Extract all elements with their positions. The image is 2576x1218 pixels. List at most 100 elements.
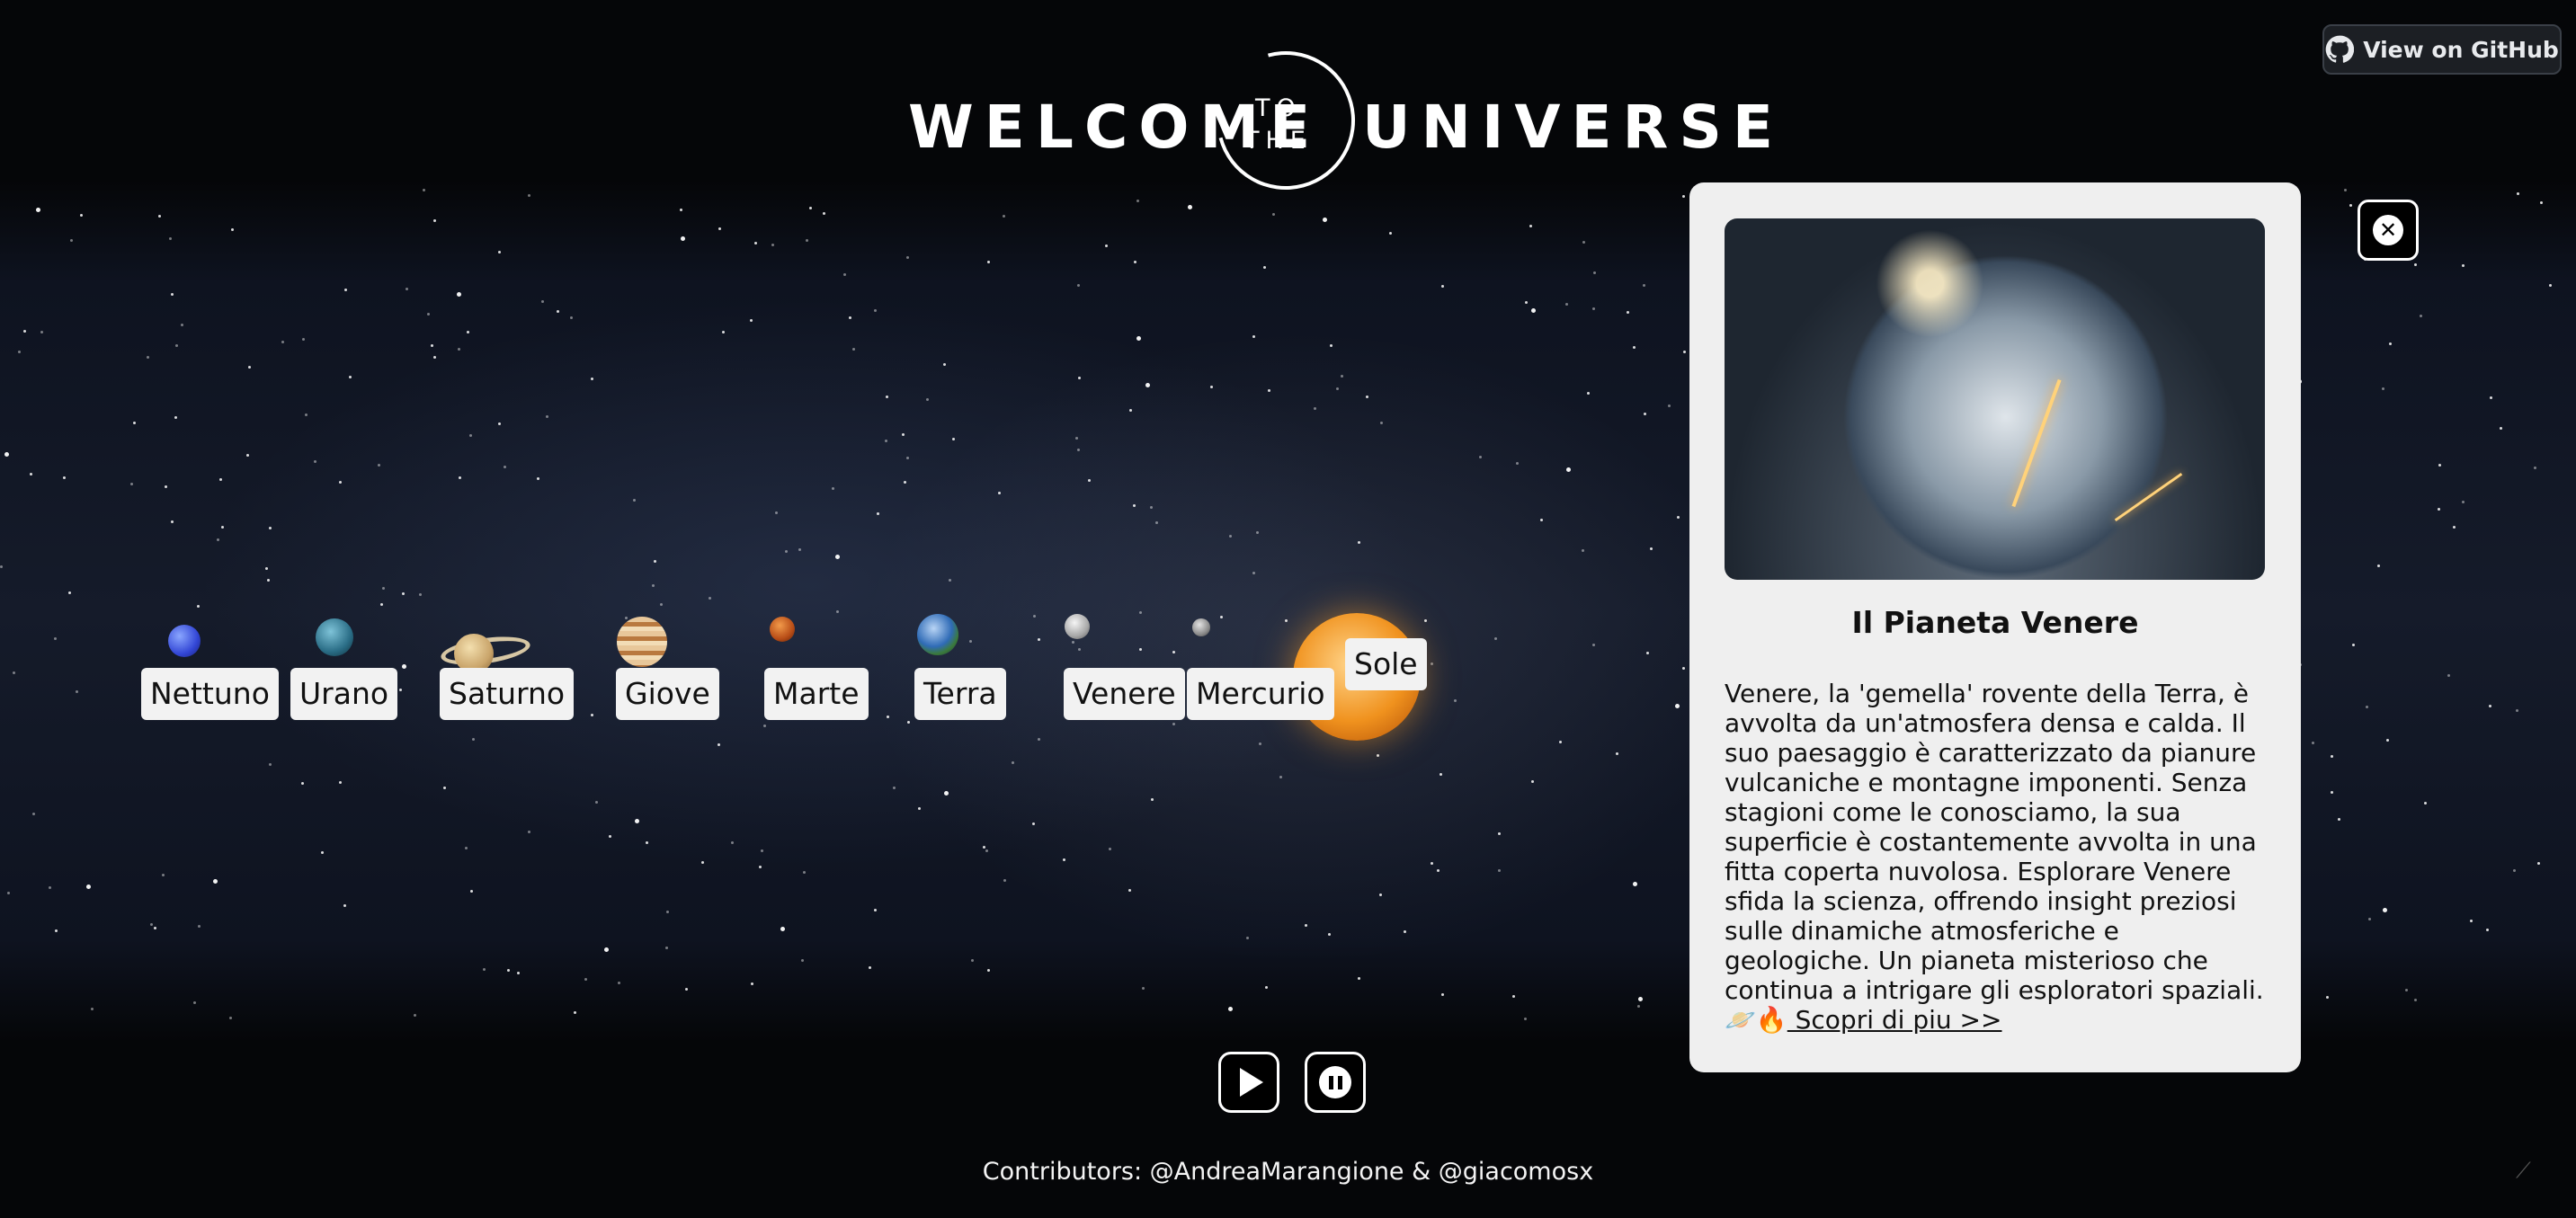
star: [301, 782, 304, 785]
star: [1677, 516, 1680, 519]
planet-mercurio[interactable]: [1192, 618, 1210, 636]
planet-terra[interactable]: [917, 614, 958, 655]
star: [54, 637, 57, 640]
star: [378, 464, 380, 467]
star: [1151, 798, 1154, 801]
star: [557, 310, 559, 313]
star: [1479, 456, 1482, 458]
star: [70, 239, 73, 242]
star: [537, 477, 539, 480]
close-panel-button[interactable]: ✕: [2358, 200, 2419, 261]
star: [2462, 501, 2465, 503]
planet-nettuno[interactable]: [168, 625, 201, 657]
star: [983, 846, 985, 849]
star: [1328, 933, 1331, 936]
label-marte[interactable]: Marte: [764, 668, 869, 720]
star: [246, 454, 249, 457]
star: [472, 738, 475, 741]
star: [1323, 218, 1327, 222]
star: [414, 1014, 416, 1017]
play-icon: [1240, 1068, 1263, 1097]
star: [1272, 213, 1275, 216]
label-sole[interactable]: Sole: [1345, 638, 1427, 690]
star: [907, 721, 910, 724]
star: [1072, 641, 1074, 644]
star: [1133, 504, 1136, 507]
star: [2331, 755, 2333, 758]
star: [343, 904, 346, 907]
discover-more-link[interactable]: Scopri di piu >>: [1787, 1005, 2002, 1035]
star: [40, 331, 43, 333]
star: [1314, 407, 1316, 410]
star: [660, 603, 663, 606]
planet-info-panel: Il Pianeta Venere Venere, la 'gemella' r…: [1689, 182, 2301, 1072]
contributors-footer: Contributors: @AndreaMarangione & @giaco…: [982, 1158, 1594, 1186]
star: [1531, 308, 1536, 313]
star: [763, 725, 766, 727]
star: [1075, 437, 1078, 440]
star: [843, 273, 846, 276]
star: [625, 617, 628, 619]
star: [2549, 284, 2552, 287]
label-giove[interactable]: Giove: [616, 668, 719, 720]
star: [1228, 1007, 1233, 1011]
star: [906, 256, 909, 259]
star: [399, 689, 402, 691]
star: [470, 890, 473, 893]
star: [402, 664, 406, 669]
star: [652, 584, 655, 587]
label-venere[interactable]: Venere: [1064, 668, 1185, 720]
star: [197, 605, 200, 608]
star: [165, 485, 167, 488]
star: [886, 396, 888, 398]
star: [1675, 704, 1680, 708]
star: [701, 861, 704, 864]
star: [785, 550, 788, 553]
star: [1366, 396, 1368, 398]
star: [1424, 619, 1427, 622]
label-terra[interactable]: Terra: [914, 668, 1006, 720]
star: [1229, 535, 1232, 538]
planet-urano[interactable]: [316, 618, 353, 656]
star: [1540, 519, 1543, 521]
star: [1003, 879, 1006, 882]
star: [458, 348, 460, 351]
star: [314, 460, 316, 463]
star: [68, 591, 71, 594]
star: [887, 716, 889, 718]
star: [528, 831, 530, 833]
star: [80, 214, 83, 217]
star: [2513, 869, 2516, 872]
star: [1559, 741, 1562, 743]
planet-giove[interactable]: [617, 617, 667, 667]
star: [2420, 315, 2422, 317]
star: [1650, 547, 1653, 550]
star: [754, 242, 757, 244]
star: [541, 300, 544, 303]
star: [985, 849, 988, 852]
star: [1494, 637, 1497, 640]
star: [751, 982, 753, 985]
star: [380, 603, 383, 606]
star: [1683, 351, 1686, 353]
star: [469, 434, 472, 437]
label-nettuno[interactable]: Nettuno: [141, 668, 279, 720]
play-button[interactable]: [1218, 1052, 1279, 1113]
view-on-github-button[interactable]: View on GitHub: [2322, 24, 2562, 75]
star: [2453, 526, 2456, 529]
pause-button[interactable]: [1305, 1052, 1366, 1113]
star: [1441, 993, 1444, 996]
star: [1404, 930, 1406, 933]
label-urano[interactable]: Urano: [290, 668, 398, 720]
planet-venere[interactable]: [1065, 614, 1090, 639]
star: [2534, 467, 2536, 469]
star: [32, 813, 35, 815]
label-mercurio[interactable]: Mercurio: [1187, 668, 1334, 720]
label-saturno[interactable]: Saturno: [440, 668, 575, 720]
star: [1136, 336, 1141, 341]
planet-marte[interactable]: [770, 617, 795, 642]
star: [1078, 648, 1081, 651]
star: [504, 466, 506, 468]
star: [718, 227, 721, 230]
star: [1582, 549, 1584, 552]
